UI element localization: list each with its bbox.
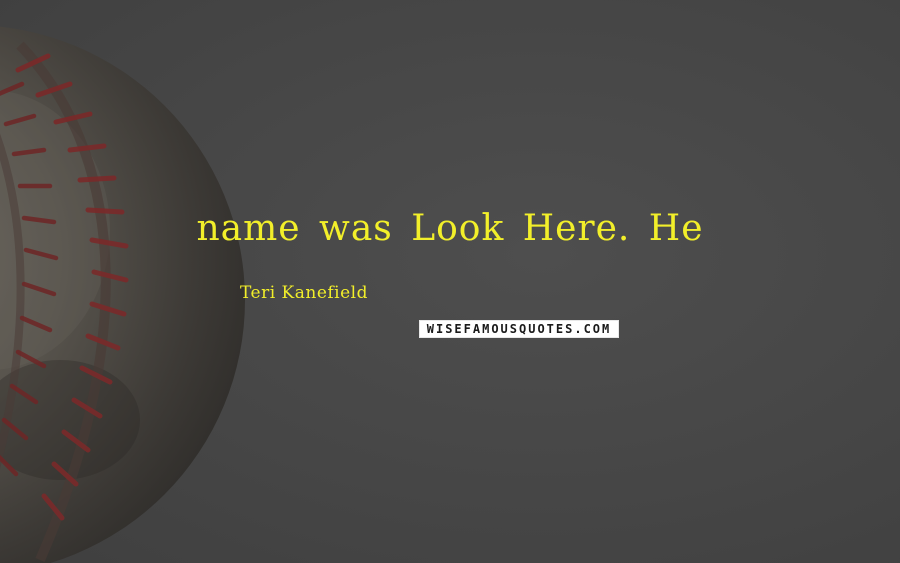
quote-author: Teri Kanefield (240, 283, 369, 303)
quote-text: name was Look Here. He (196, 208, 704, 249)
site-watermark: WISEFAMOUSQUOTES.COM (419, 320, 619, 338)
quote-card: name was Look Here. He Teri Kanefield WI… (0, 0, 900, 563)
baseball-icon (0, 26, 245, 563)
